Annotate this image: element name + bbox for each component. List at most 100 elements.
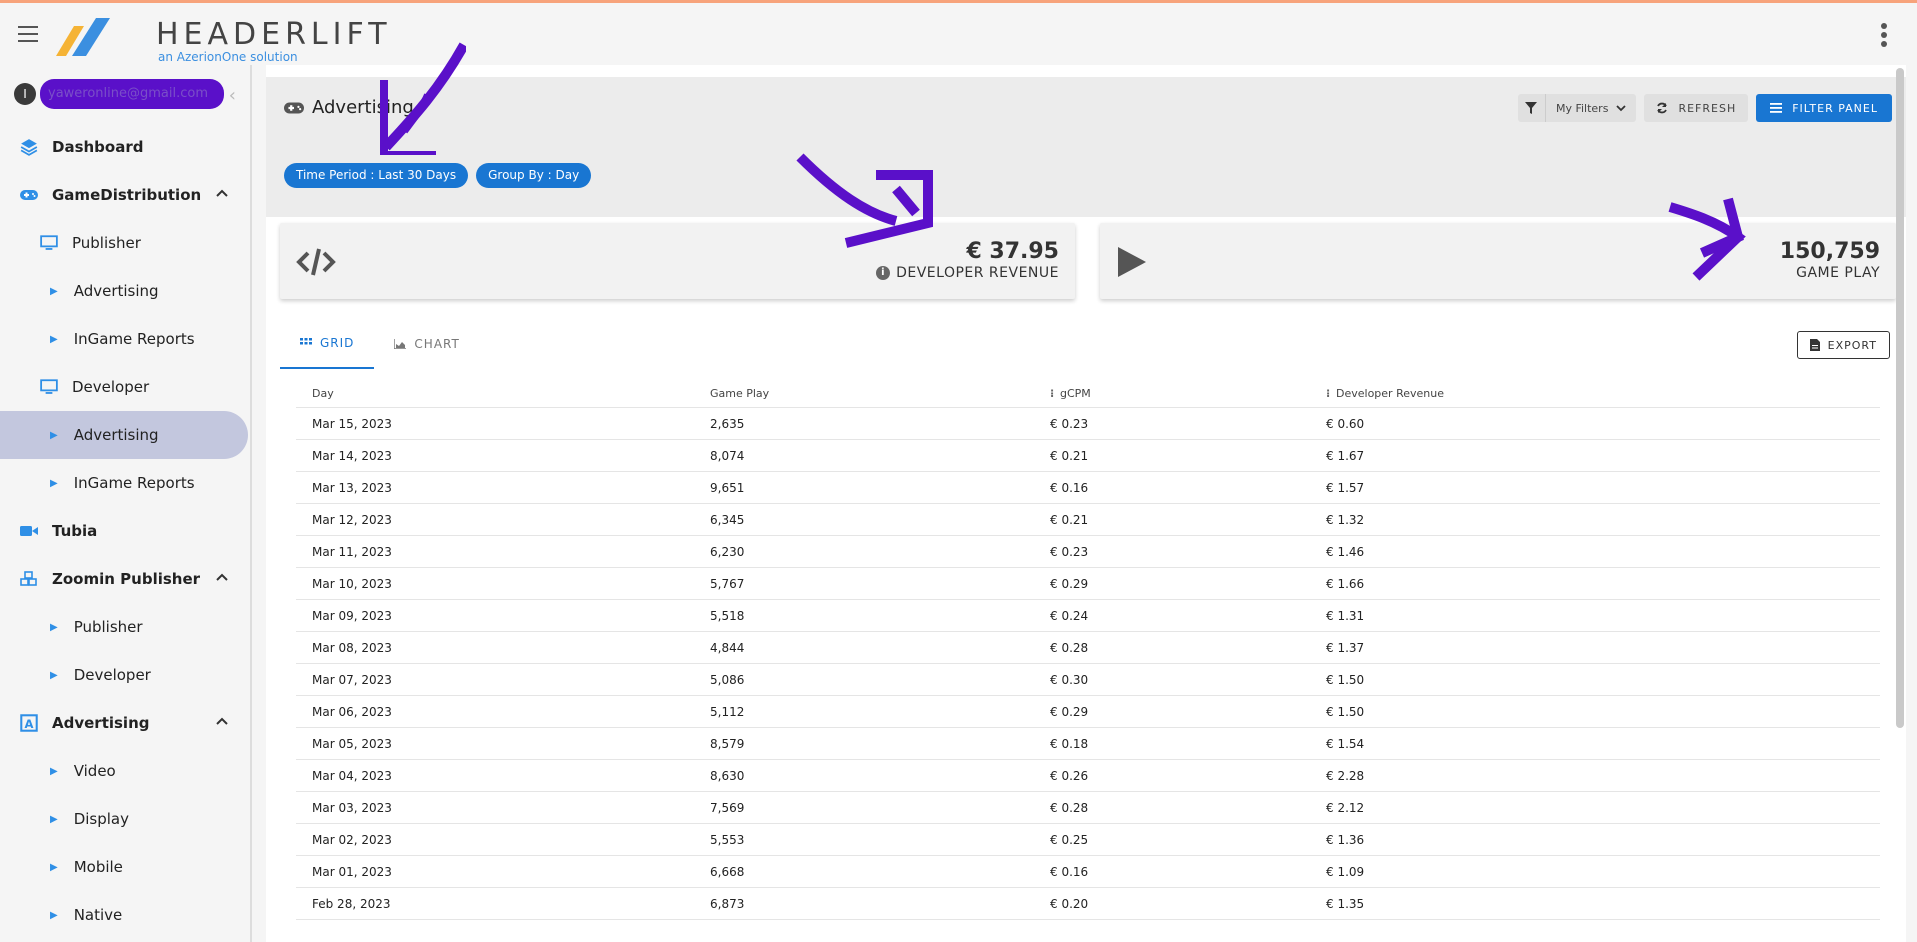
scrollbar[interactable] [1896,68,1904,728]
sidebar-item-label: Publisher [73,618,143,636]
table-row[interactable]: Mar 13, 2023 9,651 € 0.16 € 1.57 [296,472,1880,504]
sidebar-item-gamedistribution[interactable]: GameDistribution [0,171,248,219]
table-cell: 5,112 [710,704,745,719]
table-cell: € 1.57 [1326,480,1365,495]
collapse-sidebar-icon[interactable]: ‹ [229,85,236,106]
table-row[interactable]: Mar 06, 2023 5,112 € 0.29 € 1.50 [296,696,1880,728]
table-row[interactable]: Mar 09, 2023 5,518 € 0.24 € 1.31 [296,600,1880,632]
sidebar-item-publisher-advertising[interactable]: ▶ Advertising [0,267,248,315]
table-row[interactable]: Mar 01, 2023 6,668 € 0.16 € 1.09 [296,856,1880,888]
filter-icon [1525,102,1538,114]
table-cell: € 1.35 [1326,896,1365,911]
monitor-icon [40,379,58,394]
table-cell: Mar 13, 2023 [312,480,392,495]
table-row[interactable]: Mar 02, 2023 5,553 € 0.25 € 1.36 [296,824,1880,856]
kpi-label: GAME PLAY [1796,265,1880,281]
column-header-game-play[interactable]: Game Play [710,387,1050,400]
column-header-developer-revenue[interactable]: ⁝ Developer Revenue [1326,387,1880,400]
table-cell: € 0.28 [1050,640,1089,655]
sidebar-item-developer[interactable]: Developer [0,363,248,411]
refresh-label: REFRESH [1678,101,1737,115]
filter-button[interactable] [1518,94,1546,122]
table-row[interactable]: Mar 11, 2023 6,230 € 0.23 € 1.46 [296,536,1880,568]
table-row[interactable]: Mar 05, 2023 8,579 € 0.18 € 1.54 [296,728,1880,760]
table-cell: 5,518 [710,608,745,623]
avatar[interactable]: I [14,83,36,105]
caret-right-icon: ▶ [50,909,58,921]
hamburger-menu-icon[interactable] [18,26,38,42]
table-cell: € 0.26 [1050,768,1089,783]
sidebar-item-zoomin-publisher[interactable]: Zoomin Publisher [0,555,248,603]
sidebar-item-mobile[interactable]: ▶ Mobile [0,843,248,891]
chip-group-by[interactable]: Group By : Day [476,163,592,188]
refresh-button[interactable]: REFRESH [1644,94,1749,122]
code-icon [296,248,336,276]
sidebar-item-label: Video [73,762,116,780]
more-options-icon[interactable] [1881,23,1887,47]
table-row[interactable]: Feb 28, 2023 6,873 € 0.20 € 1.35 [296,888,1880,920]
page-title-wrap: Advertising [284,97,414,118]
table-row[interactable]: Mar 10, 2023 5,767 € 0.29 € 1.66 [296,568,1880,600]
column-header-day[interactable]: Day [296,387,710,400]
sidebar-item-developer-ingame-reports[interactable]: ▶ InGame Reports [0,459,248,507]
caret-right-icon: ▶ [50,621,58,633]
sidebar-item-label: Display [73,810,129,828]
sidebar-item-tubia[interactable]: Tubia [0,507,248,555]
table-cell: € 0.60 [1326,416,1365,431]
headerlift-logo[interactable]: HEADERLIFT an AzerionOne solution [54,12,387,64]
chip-time-period[interactable]: Time Period : Last 30 Days [284,163,469,188]
table-row[interactable]: Mar 14, 2023 8,074 € 0.21 € 1.67 [296,440,1880,472]
sidebar-item-display[interactable]: ▶ Display [0,795,248,843]
tab-grid[interactable]: GRID [280,319,375,369]
ad-icon: A [20,714,38,732]
table-cell: € 1.31 [1326,608,1365,623]
sidebar-item-publisher[interactable]: Publisher [0,219,248,267]
sidebar-item-video[interactable]: ▶ Video [0,747,248,795]
sidebar-item-native[interactable]: ▶ Native [0,891,248,939]
table-cell: € 0.20 [1050,896,1089,911]
column-header-label: gCPM [1060,387,1091,400]
sidebar-item-label: Advertising [73,282,159,300]
gamepad-icon [20,190,38,200]
kpi-value: € 37.95 [966,239,1059,264]
tab-chart[interactable]: CHART [374,319,479,369]
file-icon [1809,339,1820,351]
sidebar-item-zoomin-publisher-publisher[interactable]: ▶ Publisher [0,603,248,651]
sidebar-item-label: InGame Reports [73,330,195,348]
monitor-icon [40,235,58,250]
table-row[interactable]: Mar 08, 2023 4,844 € 0.28 € 1.37 [296,632,1880,664]
table-row[interactable]: Mar 07, 2023 5,086 € 0.30 € 1.50 [296,664,1880,696]
table-cell: € 1.32 [1326,512,1365,527]
brand-tagline: an AzerionOne solution [158,50,298,64]
table-cell: € 0.23 [1050,544,1089,559]
sidebar-item-dashboard[interactable]: Dashboard [0,123,248,171]
table-cell: € 0.29 [1050,704,1089,719]
table-row[interactable]: Mar 04, 2023 8,630 € 0.26 € 2.28 [296,760,1880,792]
export-button[interactable]: EXPORT [1796,331,1890,359]
caret-right-icon: ▶ [50,333,58,345]
sidebar-item-label: Mobile [73,858,123,876]
filter-panel-button[interactable]: FILTER PANEL [1756,94,1892,122]
sidebar-item-label: Developer [72,378,150,396]
table-cell: 5,553 [710,832,745,847]
column-header-gcpm[interactable]: ⁝ gCPM [1050,387,1326,400]
sidebar-item-zoomin-publisher-developer[interactable]: ▶ Developer [0,651,248,699]
caret-right-icon: ▶ [50,765,58,777]
sidebar-item-publisher-ingame-reports[interactable]: ▶ InGame Reports [0,315,248,363]
chevron-up-icon[interactable] [216,715,228,727]
table-row[interactable]: Mar 03, 2023 7,569 € 0.28 € 2.12 [296,792,1880,824]
my-filters-dropdown[interactable]: My Filters [1546,94,1636,122]
table-cell: € 1.50 [1326,704,1365,719]
sidebar-item-developer-advertising[interactable]: ▶ Advertising [0,411,248,459]
info-icon[interactable]: i [876,266,891,280]
table-row[interactable]: Mar 12, 2023 6,345 € 0.21 € 1.32 [296,504,1880,536]
cubes-icon [20,571,37,586]
sidebar-item-advertising[interactable]: A Advertising [0,699,248,747]
table-row[interactable]: Mar 15, 2023 2,635 € 0.23 € 0.60 [296,408,1880,440]
info-icon[interactable]: ⁝ [1326,387,1330,400]
chevron-up-icon[interactable] [216,571,228,583]
my-filters-label: My Filters [1555,101,1609,115]
logo-mark-icon [56,18,110,56]
info-icon[interactable]: ⁝ [1050,387,1054,400]
chevron-up-icon[interactable] [216,187,228,199]
